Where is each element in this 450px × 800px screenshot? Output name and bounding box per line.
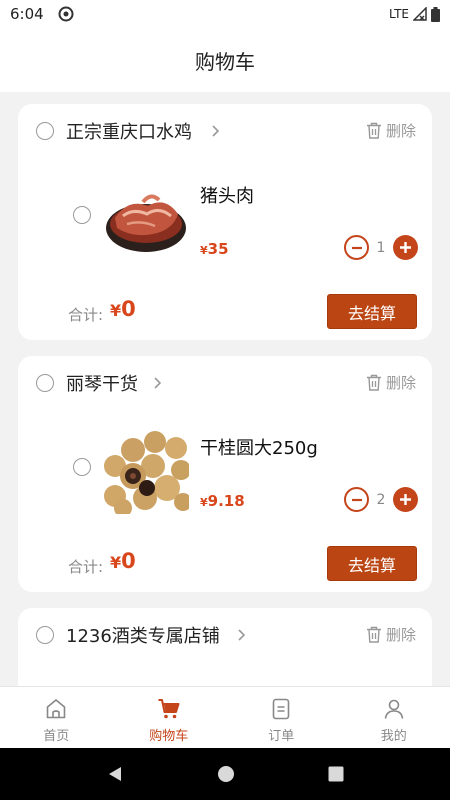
total-value: ¥0: [110, 297, 136, 321]
back-icon[interactable]: [106, 765, 124, 783]
chevron-right-icon[interactable]: [152, 376, 162, 390]
shop-select-radio[interactable]: [36, 374, 54, 392]
signal-icon: [413, 7, 427, 21]
increase-button[interactable]: [393, 487, 418, 512]
increase-button[interactable]: [393, 235, 418, 260]
system-nav-bar: [0, 748, 450, 800]
total-amount: 0: [121, 297, 136, 321]
delete-label: 删除: [385, 122, 416, 140]
quantity-value: 1: [376, 239, 386, 256]
decrease-button[interactable]: [344, 235, 369, 260]
status-bar: 6:04 LTE: [0, 0, 450, 28]
chevron-right-icon[interactable]: [210, 124, 220, 138]
item-price: ¥35: [200, 240, 229, 258]
tab-home[interactable]: 首页: [0, 687, 113, 748]
tab-label: 订单: [268, 729, 295, 744]
price-value: 9.18: [207, 492, 245, 510]
tab-orders[interactable]: 订单: [225, 687, 338, 748]
tab-profile[interactable]: 我的: [338, 687, 450, 748]
total-currency: ¥: [110, 301, 122, 320]
page-header: 购物车: [0, 28, 450, 92]
currency-symbol: ¥: [200, 244, 208, 257]
delete-label: 删除: [385, 374, 416, 392]
plus-icon: [400, 494, 411, 505]
delete-button[interactable]: 删除: [366, 372, 416, 393]
item-name[interactable]: 猪头肉: [200, 182, 254, 208]
shop-name[interactable]: 丽琴干货: [66, 370, 138, 396]
item-image-longan[interactable]: [103, 430, 189, 514]
quantity-stepper: 2: [344, 487, 418, 512]
page-title: 购物车: [195, 49, 255, 74]
shop-name[interactable]: 正宗重庆口水鸡: [66, 118, 192, 144]
chevron-right-icon[interactable]: [236, 628, 246, 642]
tab-label: 我的: [380, 729, 407, 744]
item-name[interactable]: 干桂圆大250g: [200, 434, 318, 460]
tab-label: 首页: [43, 729, 70, 744]
cart-item: 干桂圆大250g ¥9.18 2: [18, 410, 432, 520]
shop-card: 1236酒类专属店铺 删除: [18, 608, 432, 686]
minus-icon: [351, 498, 362, 501]
currency-symbol: ¥: [200, 496, 208, 509]
trash-icon: [366, 374, 381, 391]
shop-card: 丽琴干货 删除 干桂圆大250g ¥9.18 2 合计: ¥0 去结算: [18, 356, 432, 592]
delete-button[interactable]: 删除: [366, 624, 416, 645]
item-select-radio[interactable]: [73, 458, 91, 476]
total-label: 合计:: [68, 306, 104, 324]
shop-header: 1236酒类专属店铺 删除: [18, 608, 432, 662]
status-time: 6:04: [10, 5, 44, 23]
checkout-button[interactable]: 去结算: [327, 294, 417, 329]
bottom-tab-bar: 首页 购物车 订单 我的: [0, 686, 450, 748]
tab-label: 购物车: [149, 729, 189, 744]
total-amount: 0: [121, 549, 136, 573]
shop-select-radio[interactable]: [36, 626, 54, 644]
checkout-button[interactable]: 去结算: [327, 546, 417, 581]
quantity-value: 2: [376, 491, 386, 508]
item-image-pork[interactable]: [103, 178, 189, 262]
minus-icon: [351, 246, 362, 249]
cart-icon: [158, 699, 180, 719]
shop-select-radio[interactable]: [36, 122, 54, 140]
network-label: LTE: [389, 7, 409, 21]
card-footer: 合计: ¥0 去结算: [18, 290, 432, 329]
shop-header: 正宗重庆口水鸡 删除: [18, 104, 432, 158]
trash-icon: [366, 626, 381, 643]
total-label: 合计:: [68, 558, 104, 576]
cart-list[interactable]: 正宗重庆口水鸡 删除 猪头肉 ¥35 1 合计: ¥0 去结算 丽琴干货 删除 …: [0, 92, 450, 686]
item-price: ¥9.18: [200, 492, 245, 510]
delete-label: 删除: [385, 626, 416, 644]
total-value: ¥0: [110, 549, 136, 573]
decrease-button[interactable]: [344, 487, 369, 512]
home-circle-icon[interactable]: [217, 765, 235, 783]
shop-card: 正宗重庆口水鸡 删除 猪头肉 ¥35 1 合计: ¥0 去结算: [18, 104, 432, 340]
delete-button[interactable]: 删除: [366, 120, 416, 141]
home-icon: [46, 699, 66, 719]
battery-icon: [431, 6, 440, 22]
shop-header: 丽琴干货 删除: [18, 356, 432, 410]
trash-icon: [366, 122, 381, 139]
status-right: LTE: [389, 6, 440, 22]
quantity-stepper: 1: [344, 235, 418, 260]
order-icon: [272, 698, 290, 720]
sync-icon: [58, 6, 74, 22]
tab-cart[interactable]: 购物车: [113, 687, 226, 748]
total-currency: ¥: [110, 553, 122, 572]
price-value: 35: [207, 240, 229, 258]
cart-item: 猪头肉 ¥35 1: [18, 158, 432, 268]
card-footer: 合计: ¥0 去结算: [18, 542, 432, 581]
recents-icon[interactable]: [328, 766, 344, 782]
plus-icon: [400, 242, 411, 253]
shop-name[interactable]: 1236酒类专属店铺: [66, 622, 220, 648]
item-select-radio[interactable]: [73, 206, 91, 224]
profile-icon: [384, 699, 404, 719]
